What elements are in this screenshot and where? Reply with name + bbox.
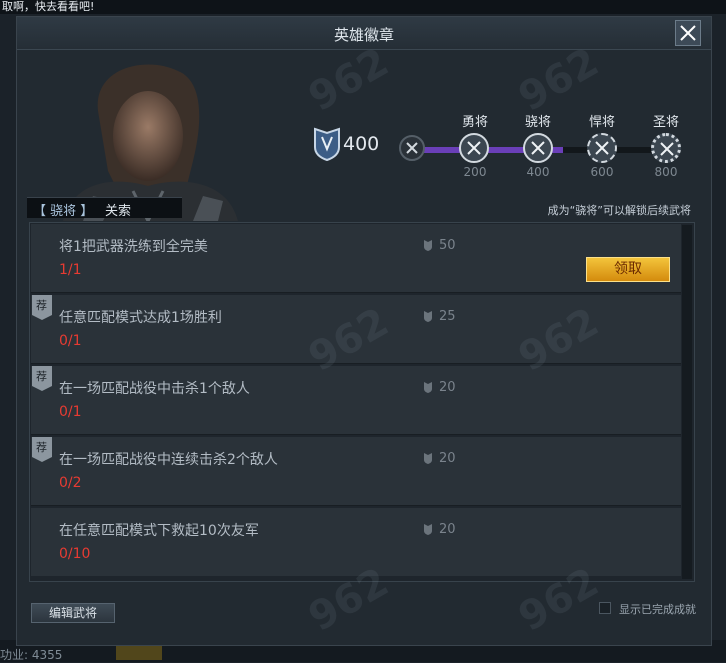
- background-bottom-text: 功业: 4355: [0, 648, 63, 662]
- x-mark-icon: [660, 142, 674, 156]
- task-list[interactable]: 将1把武器洗练到全完美 1/1 50 领取 荐 任意匹配模式达成1场胜利 0/1…: [29, 222, 695, 582]
- rank-node-1: [459, 133, 489, 163]
- recommended-tag: 荐: [31, 437, 53, 467]
- close-icon: [680, 25, 696, 41]
- task-reward-value: 20: [439, 451, 456, 466]
- background-top-bar: [0, 0, 726, 14]
- rank-requirement-3: 600: [590, 165, 614, 179]
- rank-requirement-1: 200: [463, 165, 487, 179]
- x-mark-icon: [531, 141, 545, 155]
- task-reward-value: 20: [439, 380, 456, 395]
- badge-reward-icon: [424, 382, 432, 393]
- unlock-hint: 成为“骁将”可以解锁后续武将: [547, 204, 691, 217]
- task-description: 在一场匹配战役中击杀1个敌人: [59, 381, 250, 397]
- task-progress: 0/1: [59, 333, 82, 349]
- show-completed-label: 显示已完成成就: [619, 603, 696, 616]
- rank-node-start: [399, 135, 425, 161]
- rank-label-1: 勇将: [461, 115, 488, 130]
- badge-shield-icon: [313, 127, 341, 165]
- task-description: 在一场匹配战役中连续击杀2个敌人: [59, 452, 278, 468]
- recommended-label: 荐: [36, 299, 47, 312]
- task-description: 将1把武器洗练到全完美: [59, 239, 208, 255]
- recommended-label: 荐: [36, 441, 47, 454]
- badge-reward-icon: [424, 311, 432, 322]
- recommended-tag: 荐: [31, 295, 53, 325]
- task-reward: 20: [423, 451, 456, 466]
- task-row: 将1把武器洗练到全完美 1/1 50 领取: [31, 224, 681, 293]
- watermark: 962: [301, 39, 397, 121]
- background-notice-text: 取啊，快去看看吧!: [2, 0, 95, 13]
- recommended-tag: 荐: [31, 366, 53, 396]
- task-description: 在任意匹配模式下救起10次友军: [59, 523, 259, 539]
- task-list-scrollbar[interactable]: [682, 225, 692, 579]
- rank-label-4: 圣将: [652, 115, 679, 130]
- task-description: 任意匹配模式达成1场胜利: [59, 310, 222, 326]
- rank-label-3: 悍将: [588, 115, 615, 130]
- task-reward: 20: [423, 522, 456, 537]
- dialog-titlebar: 英雄徽章: [17, 17, 711, 50]
- edit-hero-button[interactable]: 编辑武将: [31, 603, 115, 623]
- task-progress: 0/1: [59, 404, 82, 420]
- badge-reward-icon: [424, 453, 432, 464]
- badge-reward-icon: [424, 240, 432, 251]
- task-progress: 0/10: [59, 546, 91, 562]
- task-progress: 1/1: [59, 262, 82, 278]
- claim-button[interactable]: 领取: [586, 257, 670, 282]
- task-reward: 50: [423, 238, 456, 253]
- task-reward: 25: [423, 309, 456, 324]
- task-progress: 0/2: [59, 475, 82, 491]
- task-row: 荐 任意匹配模式达成1场胜利 0/1 25: [31, 295, 681, 364]
- task-reward-value: 20: [439, 522, 456, 537]
- rank-requirement-4: 800: [654, 165, 678, 179]
- task-row: 荐 在一场匹配战役中连续击杀2个敌人 0/2 20: [31, 437, 681, 506]
- recommended-label: 荐: [36, 370, 47, 383]
- hero-rank-bar: 【 骁将 】 关索: [27, 197, 182, 219]
- watermark: 962: [511, 39, 607, 121]
- show-completed-checkbox[interactable]: [599, 602, 611, 614]
- task-reward-value: 25: [439, 309, 456, 324]
- badge-value: 400: [343, 133, 380, 155]
- task-row: 荐 在一场匹配战役中击杀1个敌人 0/1 20: [31, 366, 681, 435]
- rank-node-3: [587, 133, 617, 163]
- background-bottom-chip: [116, 646, 162, 660]
- x-mark-icon: [406, 142, 418, 154]
- x-mark-icon: [467, 141, 481, 155]
- task-reward-value: 50: [439, 238, 456, 253]
- hero-name: 关索: [105, 204, 132, 219]
- hero-badge-dialog: 英雄徽章 【 骁将 】 关索 400 勇将 200 骁将 400 悍将 600 …: [16, 16, 712, 646]
- rank-node-4: [651, 133, 681, 163]
- hero-rank-tag: 【 骁将 】: [33, 204, 94, 219]
- dialog-title: 英雄徽章: [333, 26, 394, 44]
- rank-label-2: 骁将: [524, 115, 551, 130]
- rank-node-2: [523, 133, 553, 163]
- hero-portrait: [53, 51, 243, 221]
- badge-reward-icon: [424, 524, 432, 535]
- x-mark-icon: [595, 141, 609, 155]
- task-reward: 20: [423, 380, 456, 395]
- task-row: 在任意匹配模式下救起10次友军 0/10 20: [31, 508, 681, 576]
- rank-requirement-2: 400: [526, 165, 550, 179]
- close-button[interactable]: [675, 20, 701, 46]
